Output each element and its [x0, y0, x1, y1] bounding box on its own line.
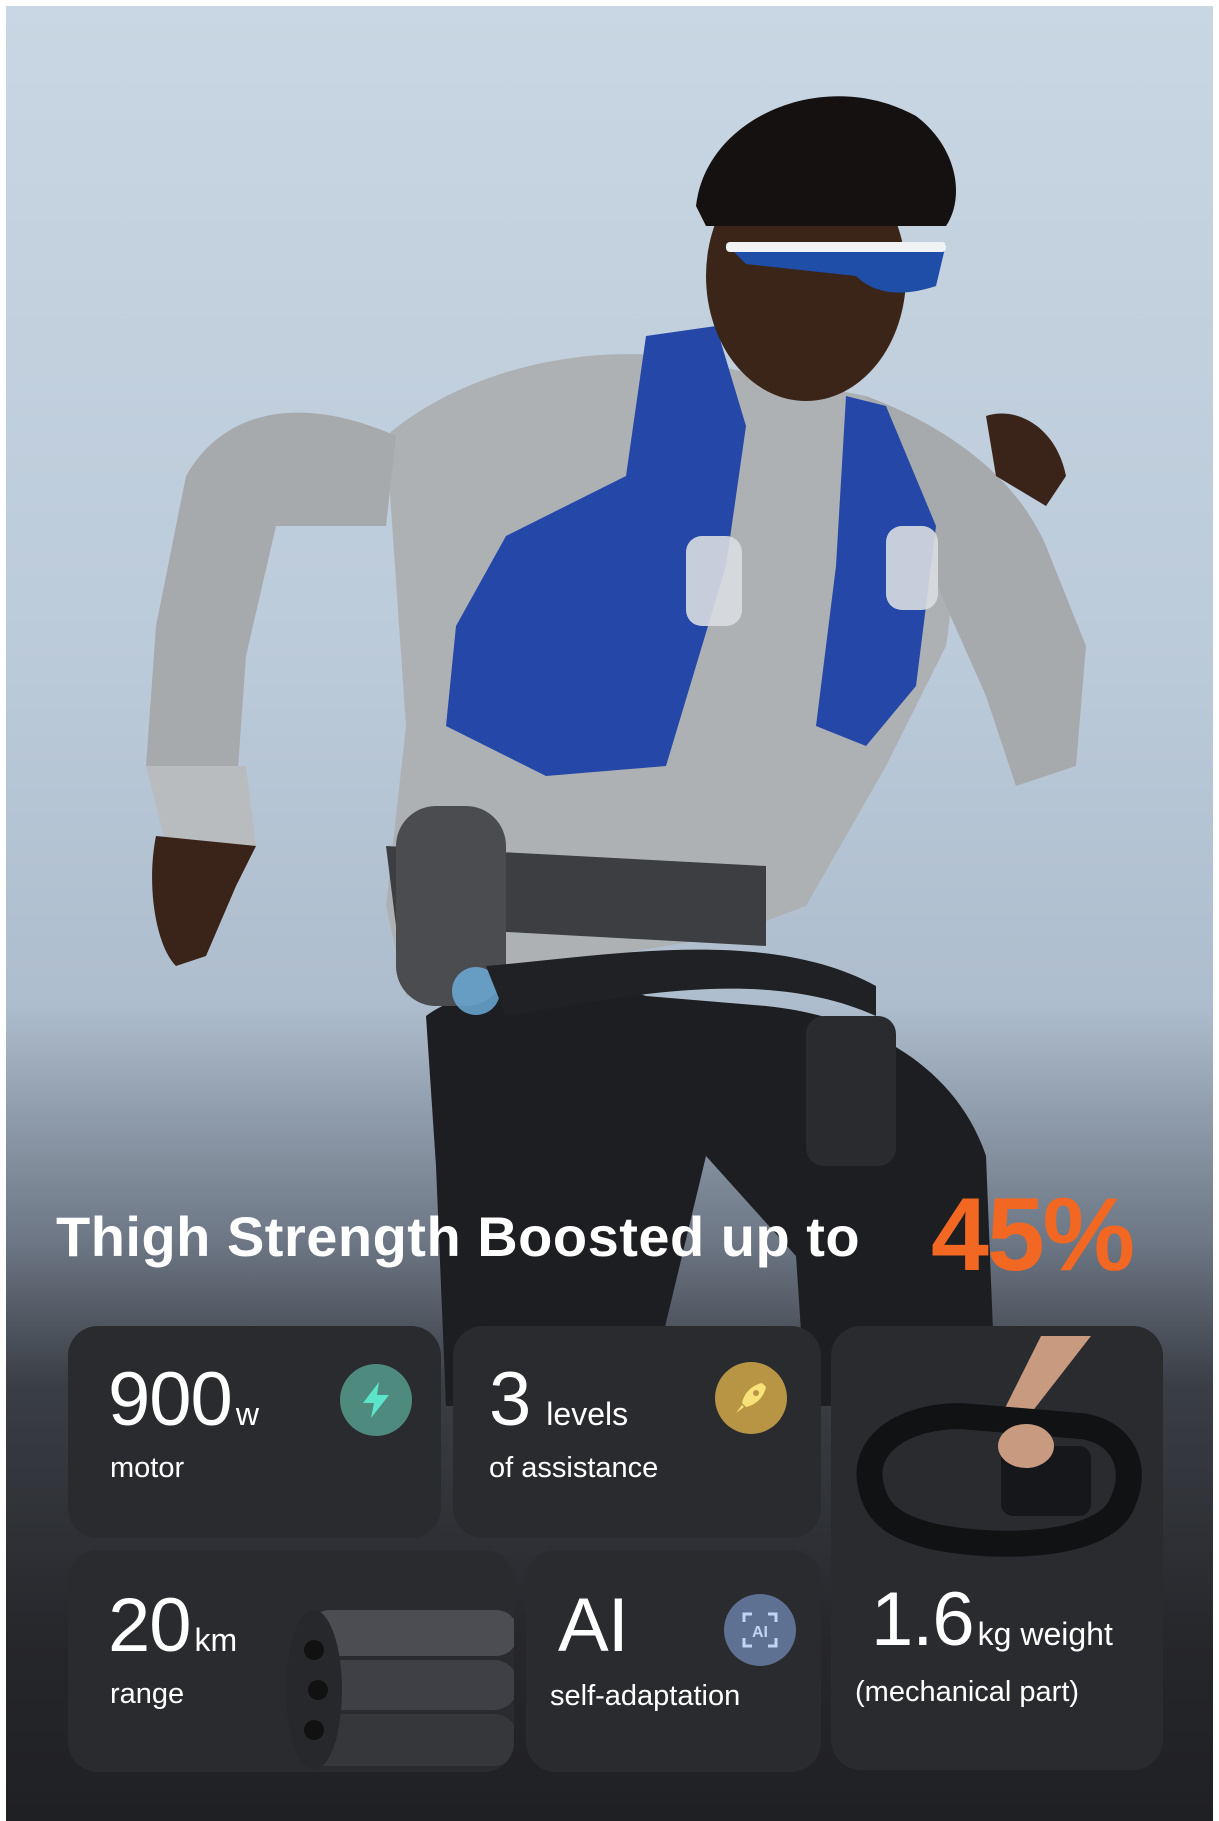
- headline-percentage: 45%: [931, 1177, 1135, 1293]
- battery-pack-image: [286, 1610, 514, 1770]
- ai-scan-icon: AI: [724, 1594, 796, 1666]
- spec-value: 1.6 kg weight: [871, 1577, 1113, 1662]
- svg-text:AI: AI: [752, 1624, 768, 1641]
- spec-card-ai: AI self-adaptation AI: [526, 1550, 821, 1772]
- spec-label: (mechanical part): [855, 1676, 1080, 1708]
- spec-label: of assistance: [489, 1452, 659, 1484]
- spec-value: 3 levels: [489, 1357, 629, 1442]
- spec-value: 900 w: [108, 1357, 259, 1442]
- spec-card-weight: 1.6 kg weight (mechanical part): [831, 1326, 1163, 1770]
- lightning-icon: [340, 1364, 412, 1436]
- spec-card-range: 20 km range: [68, 1550, 514, 1772]
- headline: Thigh Strength Boosted up to 45%: [56, 1176, 1176, 1293]
- spec-label: motor: [110, 1452, 185, 1484]
- headline-text: Thigh Strength Boosted up to: [56, 1205, 861, 1268]
- spec-label: range: [110, 1678, 185, 1710]
- spec-value: 20 km: [108, 1583, 238, 1668]
- spec-card-assistance: 3 levels of assistance: [453, 1326, 821, 1538]
- spec-label: self-adaptation: [550, 1680, 741, 1712]
- exoskeleton-device-image: [856, 1336, 1142, 1557]
- spec-card-motor: 900 w motor: [68, 1326, 441, 1538]
- rocket-icon: [715, 1362, 787, 1434]
- spec-value: AI: [558, 1583, 629, 1668]
- product-banner: Thigh Strength Boosted up to 45% 900 w mo…: [6, 6, 1213, 1821]
